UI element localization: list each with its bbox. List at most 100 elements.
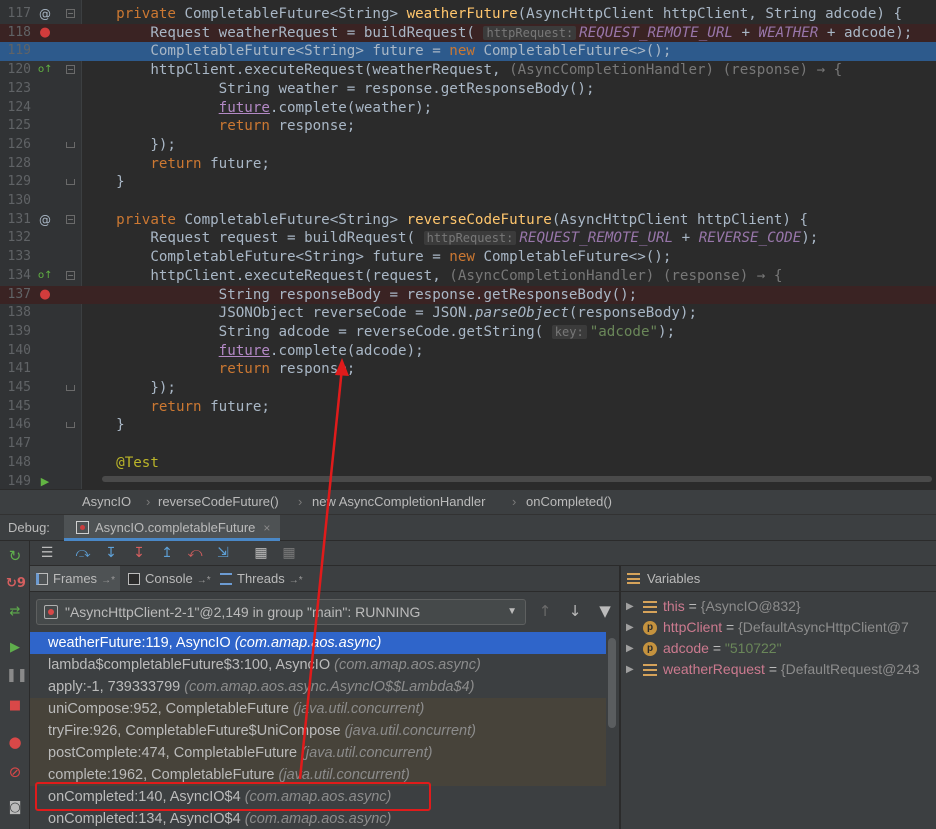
rerun-icon[interactable]: ↻ xyxy=(6,547,24,565)
line-number[interactable]: 141 xyxy=(0,360,31,379)
line-number[interactable]: 147 xyxy=(0,435,31,454)
debug-session-tab[interactable]: AsyncIO.completableFuture × xyxy=(64,515,281,541)
tab-frames[interactable]: Frames →* xyxy=(30,566,120,591)
variable-row[interactable]: ▶ p httpClient = {DefaultAsyncHttpClient@7 xyxy=(621,617,936,638)
pause-program-icon[interactable]: ❚❚ xyxy=(6,667,28,685)
code-line[interactable]: 129 } xyxy=(0,173,936,192)
code-line[interactable]: 119 CompletableFuture<String> future = n… xyxy=(0,42,936,62)
force-step-into-icon[interactable]: ↧ xyxy=(130,544,148,562)
implements-method-icon[interactable]: o↑ xyxy=(38,269,53,283)
line-number[interactable]: 119 xyxy=(0,42,31,61)
stack-frame[interactable]: apply:-1, 739333799 (com.amap.aos.async.… xyxy=(30,676,606,698)
breadcrumb-item-anonymous-class[interactable]: new AsyncCompletionHandler xyxy=(312,490,485,514)
line-number[interactable]: 145 xyxy=(0,398,31,417)
code-line[interactable]: 130 xyxy=(0,192,936,211)
fold-end-icon[interactable] xyxy=(66,177,75,186)
previous-frame-icon[interactable]: ↑ xyxy=(536,602,554,620)
code-line[interactable]: 125 return response; xyxy=(0,117,936,136)
stack-frame[interactable]: postComplete:474, CompletableFuture (jav… xyxy=(30,742,606,764)
camera-icon[interactable]: ◙ xyxy=(6,799,24,817)
scrollbar-thumb[interactable] xyxy=(102,476,932,482)
fold-icon[interactable]: − xyxy=(66,270,75,280)
show-execution-point-icon[interactable]: ☰ xyxy=(38,544,56,562)
scrollbar-thumb[interactable] xyxy=(608,638,616,728)
variable-row[interactable]: ▶ p adcode = "510722" xyxy=(621,638,936,659)
line-number[interactable]: 140 xyxy=(0,342,31,361)
stack-frame[interactable]: lambda$completableFuture$3:100, AsyncIO … xyxy=(30,654,606,676)
evaluate-expression-icon[interactable]: ▦ xyxy=(252,544,270,562)
expand-arrow-icon[interactable]: ▶ xyxy=(626,659,634,680)
code-line[interactable]: 118 ● Request weatherRequest = buildReque… xyxy=(0,23,936,43)
trace-icon[interactable]: ▦ xyxy=(280,544,298,562)
restore-layout-icon[interactable]: ⇄ xyxy=(6,603,24,621)
breadcrumb-item-method[interactable]: reverseCodeFuture() xyxy=(158,490,279,514)
line-number[interactable]: 118 xyxy=(0,24,31,43)
line-number[interactable]: 126 xyxy=(0,136,31,155)
resume-program-icon[interactable]: ▶ xyxy=(6,639,24,657)
code-line[interactable]: 128 return future; xyxy=(0,155,936,174)
run-to-cursor-icon[interactable]: ⇲ xyxy=(214,544,232,562)
variable-row[interactable]: ▶ this = {AsyncIO@832} xyxy=(621,596,936,617)
stack-frame[interactable]: weatherFuture:119, AsyncIO (com.amap.aos… xyxy=(30,632,606,654)
fold-end-icon[interactable] xyxy=(66,140,75,149)
line-number[interactable]: 138 xyxy=(0,304,31,323)
line-number[interactable]: 146 xyxy=(0,416,31,435)
expand-arrow-icon[interactable]: ▶ xyxy=(626,617,634,638)
stack-frame[interactable]: tryFire:926, CompletableFuture$UniCompos… xyxy=(30,720,606,742)
line-number[interactable]: 117 xyxy=(0,5,31,24)
code-line[interactable]: 146 } xyxy=(0,416,936,435)
line-number[interactable]: 125 xyxy=(0,117,31,136)
code-line[interactable]: 141 return response; xyxy=(0,360,936,379)
code-line[interactable]: 124 future.complete(weather); xyxy=(0,99,936,118)
tab-threads[interactable]: Threads →* xyxy=(214,566,304,591)
expand-arrow-icon[interactable]: ▶ xyxy=(626,596,634,617)
code-line[interactable]: 132 Request request = buildRequest( http… xyxy=(0,229,936,248)
line-number[interactable]: 139 xyxy=(0,323,31,342)
breakpoint-icon[interactable]: ● xyxy=(38,287,52,302)
breadcrumb-item-callback[interactable]: onCompleted() xyxy=(526,490,612,514)
fold-end-icon[interactable] xyxy=(66,383,75,392)
fold-icon[interactable]: − xyxy=(66,214,75,224)
line-number[interactable]: 133 xyxy=(0,248,31,267)
stop-icon[interactable]: ■ xyxy=(6,697,24,715)
line-number[interactable]: 148 xyxy=(0,454,31,473)
view-breakpoints-icon[interactable]: ● xyxy=(6,733,24,751)
annotation-gutter-icon[interactable]: @ xyxy=(38,213,52,227)
fold-end-icon[interactable] xyxy=(66,420,75,429)
line-number[interactable]: 129 xyxy=(0,173,31,192)
code-line[interactable]: 134 o↑ − httpClient.executeRequest(request… xyxy=(0,267,936,286)
code-line[interactable]: 137 ● String responseBody = response.getR… xyxy=(0,285,936,305)
code-line[interactable]: 126 }); xyxy=(0,136,936,155)
editor-horizontal-scrollbar[interactable] xyxy=(82,475,936,483)
fold-icon[interactable]: − xyxy=(66,9,75,18)
breadcrumb-item-class[interactable]: AsyncIO xyxy=(82,490,131,514)
run-test-icon[interactable]: ▶ xyxy=(38,475,52,489)
implements-method-icon[interactable]: o↑ xyxy=(38,63,53,77)
fold-icon[interactable]: − xyxy=(66,65,75,75)
next-frame-icon[interactable]: ↓ xyxy=(566,602,584,620)
code-line[interactable]: 145 return future; xyxy=(0,398,936,417)
expand-arrow-icon[interactable]: ▶ xyxy=(626,638,634,659)
stack-frame[interactable]: onCompleted:134, AsyncIO$4 (com.amap.aos… xyxy=(30,808,606,829)
drop-frame-icon[interactable]: ⤺ xyxy=(186,544,204,562)
line-number[interactable]: 137 xyxy=(0,286,31,305)
code-editor[interactable]: 117 @ − private CompletableFuture<String> … xyxy=(0,0,936,489)
tab-console[interactable]: Console →* xyxy=(122,566,212,591)
step-into-icon[interactable]: ↧ xyxy=(102,544,120,562)
variable-row[interactable]: ▶ weatherRequest = {DefaultRequest@243 xyxy=(621,659,936,680)
line-number[interactable]: 145 xyxy=(0,379,31,398)
line-number[interactable]: 131 xyxy=(0,211,31,230)
code-line[interactable]: 138 JSONObject reverseCode = JSON.parseO… xyxy=(0,304,936,323)
line-number[interactable]: 124 xyxy=(0,99,31,118)
code-line[interactable]: 145 }); xyxy=(0,379,936,398)
line-number[interactable]: 130 xyxy=(0,192,31,211)
code-line[interactable]: 123 String weather = response.getRespons… xyxy=(0,80,936,99)
code-line[interactable]: 140 future.complete(adcode); xyxy=(0,342,936,361)
line-number[interactable]: 123 xyxy=(0,80,31,99)
code-line[interactable]: 120 o↑ − httpClient.executeRequest(weather… xyxy=(0,61,936,80)
code-line[interactable]: 147 xyxy=(0,435,936,454)
breakpoint-icon[interactable]: ● xyxy=(38,25,52,40)
frames-scrollbar[interactable] xyxy=(608,632,616,829)
rerun-failed-icon[interactable]: ↻9 xyxy=(6,575,26,593)
thread-dropdown[interactable]: "AsyncHttpClient-2-1"@2,149 in group "ma… xyxy=(36,599,526,625)
